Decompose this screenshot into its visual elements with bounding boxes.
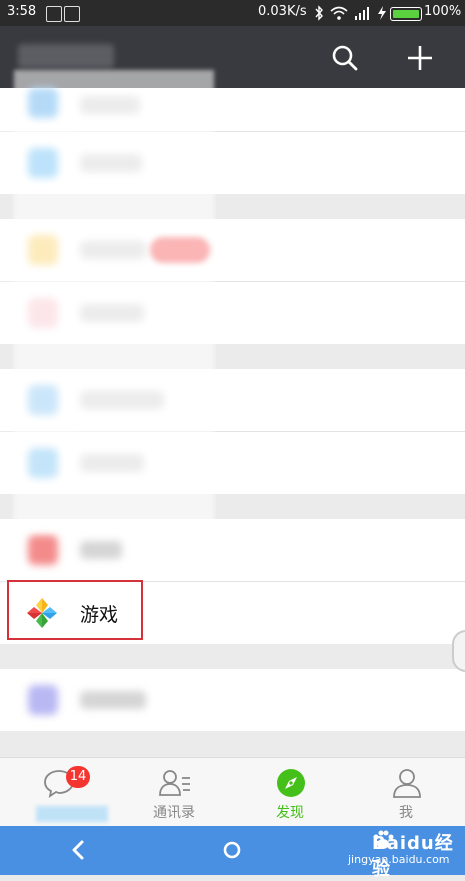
search-icon[interactable] <box>331 44 359 72</box>
home-icon[interactable] <box>222 840 242 860</box>
back-icon[interactable] <box>68 839 90 861</box>
app-title-blurred <box>18 44 114 68</box>
bluetooth-icon <box>315 5 323 21</box>
wifi-icon <box>330 6 348 20</box>
list-item-games[interactable]: 游戏 <box>0 580 465 644</box>
tab-chats[interactable]: 14 <box>0 758 116 827</box>
signal-icon <box>355 7 369 20</box>
extra-icon <box>28 685 58 715</box>
list-item-label-blurred <box>80 691 146 709</box>
status-time: 3:58 <box>7 4 37 19</box>
tab-label-blurred <box>36 806 108 822</box>
unread-badge: 14 <box>66 766 90 788</box>
floating-handle[interactable] <box>452 630 465 672</box>
mini-program-icon <box>28 535 58 565</box>
tab-label: 通讯录 <box>153 805 195 821</box>
person-icon <box>393 769 421 798</box>
tab-label: 发现 <box>276 805 304 821</box>
compass-icon <box>277 769 305 797</box>
notification-icon <box>64 6 80 22</box>
tab-me[interactable]: 我 <box>348 758 464 827</box>
contacts-icon <box>159 770 190 796</box>
highlight-box <box>7 580 143 640</box>
system-nav-bar: Baidu经验 jingyan.baidu.com <box>0 826 465 880</box>
tab-discover[interactable]: 发现 <box>232 758 348 827</box>
tab-contacts[interactable]: 通讯录 <box>116 758 232 827</box>
list-item-label-blurred <box>80 541 122 559</box>
notification-icon <box>46 6 62 22</box>
battery-icon <box>390 7 422 21</box>
add-icon[interactable] <box>405 43 435 73</box>
blur-overlay <box>14 70 214 532</box>
charging-icon <box>378 6 386 20</box>
network-speed: 0.03K/s <box>258 4 307 19</box>
watermark-url: jingyan.baidu.com <box>348 853 450 866</box>
battery-percent: 100% <box>424 4 462 19</box>
list-item[interactable] <box>0 669 465 731</box>
status-bar: 3:58 0.03K/s 100% <box>0 0 465 26</box>
tab-label: 我 <box>399 805 413 821</box>
tab-bar: 14 通讯录 发现 我 <box>0 757 465 827</box>
